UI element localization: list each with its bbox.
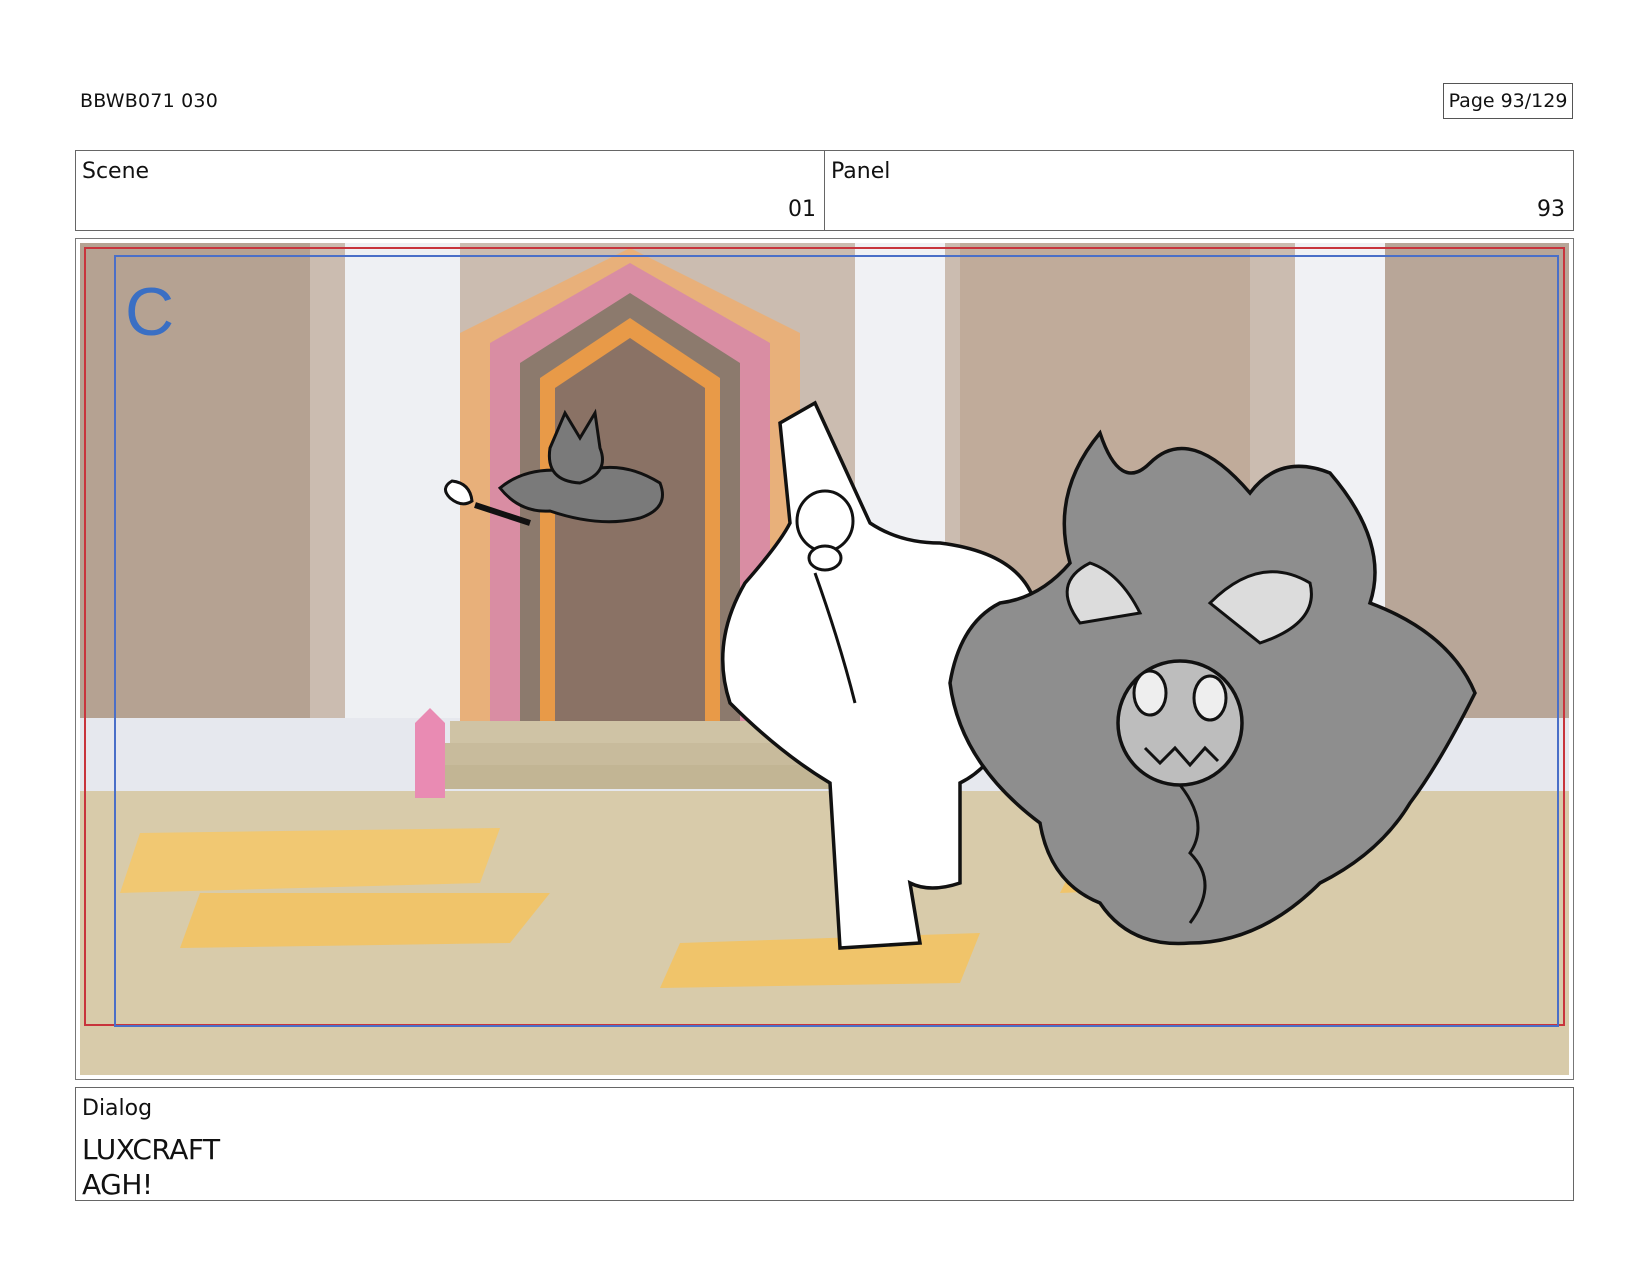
storyboard-drawing: C xyxy=(80,243,1569,1075)
skull-eye xyxy=(1132,669,1168,717)
floor-tile xyxy=(180,893,550,948)
storyboard-frame: C xyxy=(75,238,1574,1080)
pink-crystal xyxy=(415,708,445,798)
dialog-lines: LUXCRAFT AGH! xyxy=(82,1132,220,1202)
floor-tile xyxy=(120,828,500,893)
page-indicator: Page 93/129 xyxy=(1443,83,1573,119)
dialog-label: Dialog xyxy=(82,1096,153,1121)
step xyxy=(440,743,820,765)
dialog-box: Dialog LUXCRAFT AGH! xyxy=(75,1087,1574,1201)
page-word: Page xyxy=(1448,90,1495,112)
scene-label: Scene xyxy=(82,159,150,184)
panel-cell: Panel 93 xyxy=(824,151,1573,230)
skull-eye xyxy=(1192,674,1228,722)
panel-label: Panel xyxy=(831,159,891,184)
scene-panel-row: Scene 01 Panel 93 xyxy=(75,150,1574,231)
field-marker-letter: C xyxy=(125,274,174,350)
page-number: 93/129 xyxy=(1500,90,1568,112)
door xyxy=(555,338,705,723)
gnome-eye xyxy=(795,489,855,553)
gnome-mouth xyxy=(807,544,843,572)
scene-cell: Scene 01 xyxy=(76,151,824,230)
step xyxy=(430,765,830,789)
storyboard-code: BBWB071 030 xyxy=(80,90,218,112)
dialog-character: LUXCRAFT xyxy=(82,1133,220,1166)
dialog-line: AGH! xyxy=(82,1168,153,1201)
scene-number: 01 xyxy=(788,197,816,222)
panel-number: 93 xyxy=(1537,197,1565,222)
